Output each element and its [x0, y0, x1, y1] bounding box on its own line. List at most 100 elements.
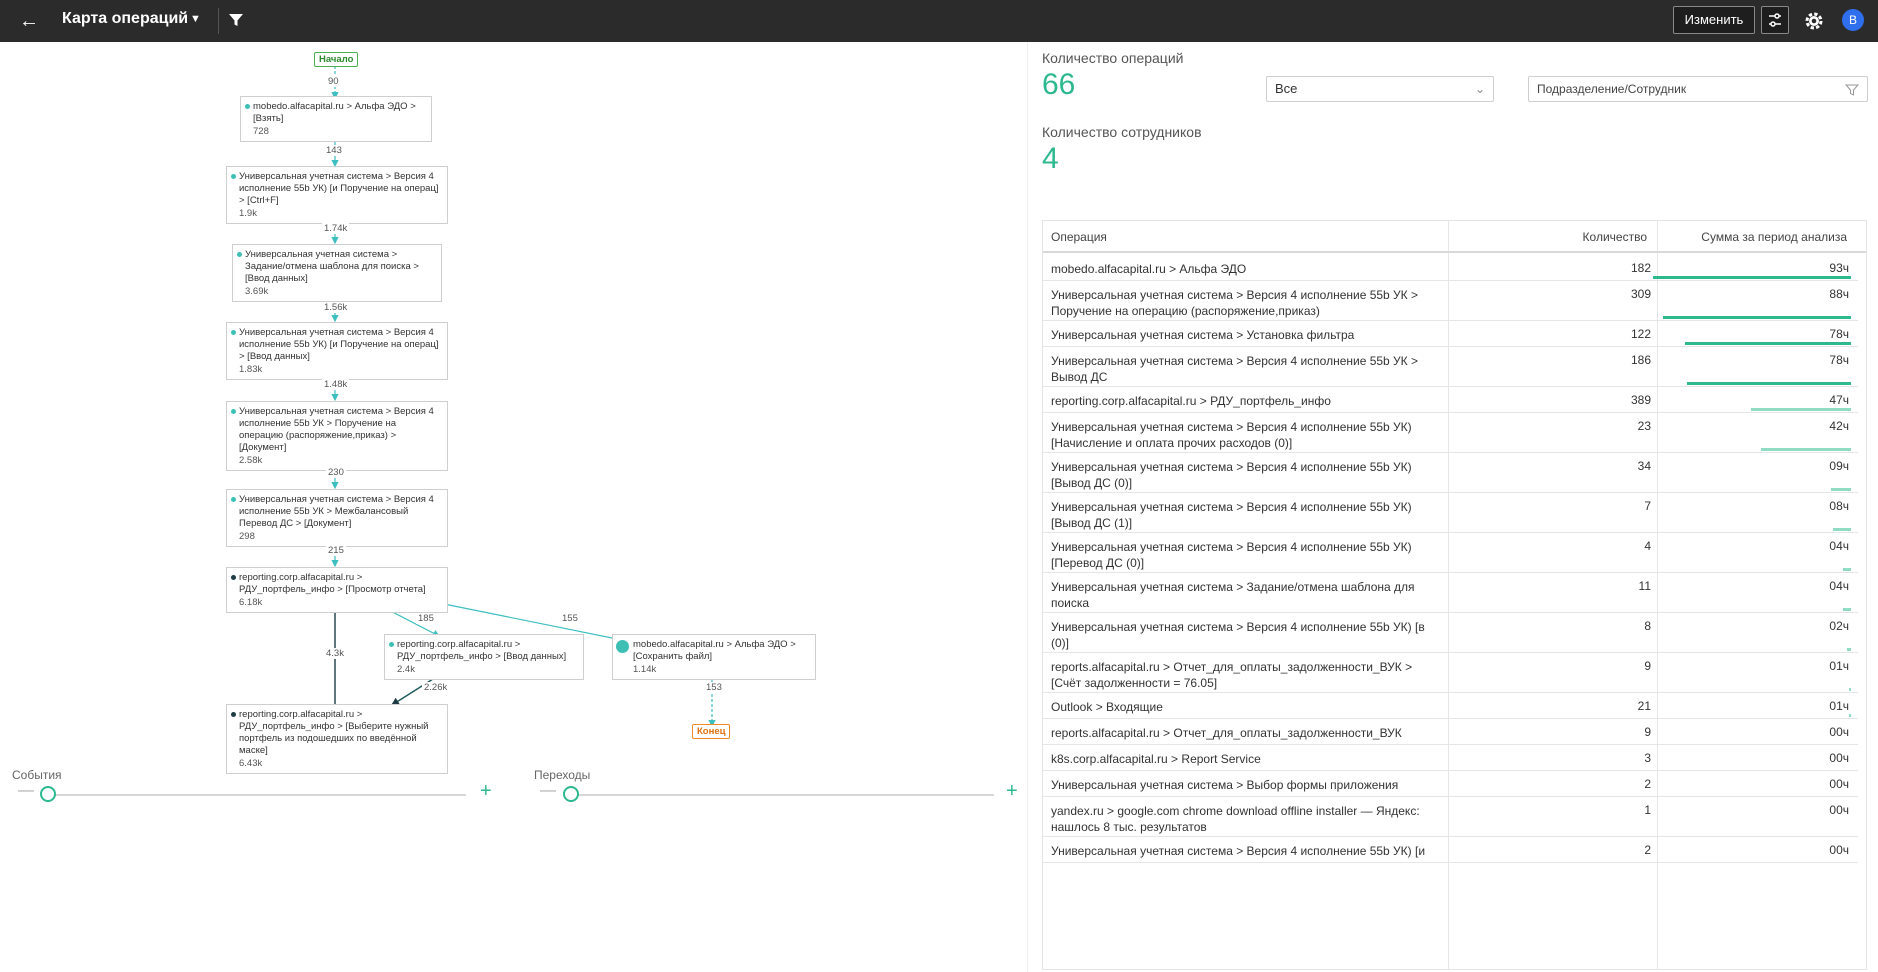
table-row[interactable]: k8s.corp.alfacapital.ru > Report Service… [1043, 745, 1858, 771]
duration-bar [1653, 276, 1851, 279]
count-cell: 9 [1644, 725, 1651, 739]
end-node[interactable]: Конец [692, 724, 731, 739]
edit-button[interactable]: Изменить [1673, 6, 1755, 34]
count-cell: 11 [1638, 579, 1651, 593]
count-cell: 389 [1630, 393, 1651, 407]
transitions-minus-icon[interactable]: — [540, 782, 556, 800]
ops-count-label: Количество операций [1042, 50, 1184, 66]
start-node[interactable]: Начало [314, 52, 359, 67]
sum-cell: 00ч [1829, 751, 1849, 765]
department-filter-input[interactable]: Подразделение/Сотрудник [1528, 76, 1868, 102]
table-row[interactable]: Универсальная учетная система > Версия 4… [1043, 453, 1858, 493]
table-row[interactable]: reporting.corp.alfacapital.ru > РДУ_порт… [1043, 387, 1858, 413]
avatar[interactable]: В [1842, 9, 1864, 31]
flow-node[interactable]: Универсальная учетная система > Версия 4… [226, 322, 448, 380]
duration-bar [1847, 648, 1851, 651]
table-row[interactable]: Универсальная учетная система > Установк… [1043, 321, 1858, 347]
edge-label: 143 [324, 145, 344, 156]
operation-cell: k8s.corp.alfacapital.ru > Report Service [1051, 752, 1261, 766]
events-plus-icon[interactable]: + [480, 780, 492, 803]
flow-node[interactable]: reporting.corp.alfacapital.ru > РДУ_порт… [384, 634, 584, 680]
operation-cell: reporting.corp.alfacapital.ru > РДУ_порт… [1051, 394, 1331, 408]
events-minus-icon[interactable]: — [18, 782, 34, 800]
table-row[interactable]: reports.alfacapital.ru > Отчет_для_оплат… [1043, 653, 1858, 693]
duration-bar [1761, 448, 1851, 451]
count-cell: 2 [1644, 843, 1651, 857]
count-cell: 34 [1637, 459, 1651, 473]
count-cell: 8 [1644, 619, 1651, 633]
edge-label: 1.56k [322, 302, 350, 313]
count-cell: 186 [1630, 353, 1651, 367]
edge-label: 155 [560, 613, 580, 624]
duration-bar [1849, 688, 1851, 691]
edge-label: 215 [326, 545, 346, 556]
node-dot-icon [389, 642, 394, 647]
column-header-count[interactable]: Количество [1448, 230, 1647, 244]
table-row[interactable]: Универсальная учетная система > Задание/… [1043, 573, 1858, 613]
column-header-sum[interactable]: Сумма за период анализа [1657, 230, 1847, 244]
table-row[interactable]: Универсальная учетная система > Версия 4… [1043, 413, 1858, 453]
operation-cell: Универсальная учетная система > Версия 4… [1051, 500, 1412, 530]
table-row[interactable]: Универсальная учетная система > Версия 4… [1043, 533, 1858, 573]
operation-cell: reports.alfacapital.ru > Отчет_для_оплат… [1051, 660, 1413, 690]
table-row[interactable]: reports.alfacapital.ru > Отчет_для_оплат… [1043, 719, 1858, 745]
table-row[interactable]: Универсальная учетная система > Версия 4… [1043, 347, 1858, 387]
transitions-slider-track[interactable] [564, 794, 994, 796]
page-title[interactable]: Карта операций [62, 10, 188, 28]
sum-cell: 01ч [1829, 659, 1849, 673]
transitions-plus-icon[interactable]: + [1006, 780, 1018, 803]
table-row[interactable]: Outlook > Входящие 21 01ч [1043, 693, 1858, 719]
transitions-slider-knob[interactable] [563, 786, 579, 802]
operation-cell: Outlook > Входящие [1051, 700, 1163, 714]
sum-cell: 08ч [1829, 499, 1849, 513]
flow-node[interactable]: reporting.corp.alfacapital.ru > РДУ_порт… [226, 704, 448, 774]
flow-node[interactable]: Универсальная учетная система > Версия 4… [226, 401, 448, 471]
sliders-icon [1769, 13, 1781, 27]
sum-cell: 93ч [1829, 261, 1849, 275]
edge-label: 185 [416, 613, 436, 624]
filter-icon [1844, 77, 1860, 109]
table-row[interactable]: yandex.ru > google.com chrome download o… [1043, 797, 1858, 837]
operation-cell: Универсальная учетная система > Версия 4… [1051, 460, 1412, 490]
employees-count-value: 4 [1042, 142, 1059, 175]
gear-icon[interactable] [1802, 9, 1826, 33]
transitions-slider-label: Переходы [534, 768, 591, 782]
flow-node[interactable]: Универсальная учетная система > Версия 4… [226, 166, 448, 224]
sliders-button[interactable] [1761, 6, 1789, 34]
table-row[interactable]: Универсальная учетная система > Версия 4… [1043, 613, 1858, 653]
events-slider-track[interactable] [42, 794, 466, 796]
table-row[interactable]: Универсальная учетная система > Версия 4… [1043, 281, 1858, 321]
chevron-down-icon: ⌄ [1474, 82, 1485, 96]
operation-cell: mobedo.alfacapital.ru > Альфа ЭДО [1051, 262, 1247, 276]
column-header-operation[interactable]: Операция [1051, 230, 1107, 244]
table-row[interactable]: Универсальная учетная система > Версия 4… [1043, 837, 1858, 863]
flow-node[interactable]: Универсальная учетная система > Версия 4… [226, 489, 448, 547]
filter-icon[interactable] [226, 10, 246, 30]
sum-cell: 04ч [1829, 579, 1849, 593]
table-row[interactable]: mobedo.alfacapital.ru > Альфа ЭДО 182 93ч [1043, 255, 1858, 281]
edge-label: 2.26k [422, 682, 450, 693]
flow-node[interactable]: reporting.corp.alfacapital.ru > РДУ_порт… [226, 567, 448, 613]
caret-down-icon[interactable]: ▼ [190, 13, 201, 25]
count-cell: 23 [1637, 419, 1651, 433]
count-cell: 4 [1644, 539, 1651, 553]
operation-cell: Универсальная учетная система > Версия 4… [1051, 288, 1419, 318]
flow-node[interactable]: mobedo.alfacapital.ru > Альфа ЭДО > [Взя… [240, 96, 432, 142]
toolbar-divider [218, 8, 219, 34]
sum-cell: 42ч [1829, 419, 1849, 433]
process-map-edges [330, 66, 716, 728]
count-cell: 21 [1637, 699, 1651, 713]
flow-node[interactable]: mobedo.alfacapital.ru > Альфа ЭДО > [Сох… [612, 634, 816, 680]
sum-cell: 00ч [1829, 803, 1849, 817]
table-row[interactable]: Универсальная учетная система > Версия 4… [1043, 493, 1858, 533]
events-slider-label: События [12, 768, 62, 782]
operation-cell: Универсальная учетная система > Версия 4… [1051, 844, 1426, 858]
scope-select[interactable]: Все ⌄ [1266, 76, 1494, 102]
duration-bar [1849, 714, 1851, 717]
back-arrow-icon[interactable]: ← [18, 10, 40, 32]
table-row[interactable]: Универсальная учетная система > Выбор фо… [1043, 771, 1858, 797]
edge-label: 1.48k [322, 379, 350, 390]
flow-node[interactable]: Универсальная учетная система > Задание/… [232, 244, 442, 302]
sum-cell: 47ч [1829, 393, 1849, 407]
events-slider-knob[interactable] [40, 786, 56, 802]
